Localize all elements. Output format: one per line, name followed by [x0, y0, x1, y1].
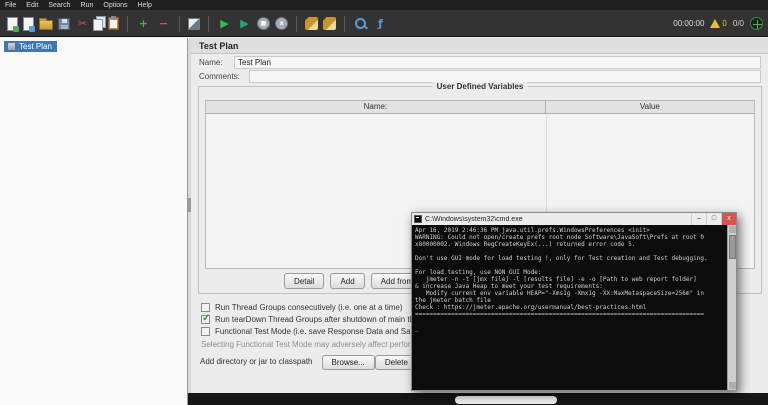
maximize-button[interactable]: □ [706, 213, 721, 225]
name-label: Name: [199, 56, 223, 69]
cmd-window-controls: –□x [691, 213, 736, 225]
menu-options[interactable]: Options [103, 2, 127, 9]
toolbar-icons: ✂ +− ▶ ▶ ■ x ƒ [0, 10, 768, 37]
console-line: WARNING: Could not open/create prefs roo… [415, 234, 727, 241]
udv-column-name[interactable]: Name: [206, 101, 546, 114]
console-line: Modify current env variable HEAP="-Xms1g… [415, 290, 727, 297]
toolbar: ✂ +− ▶ ▶ ■ x ƒ 00:00:00 0 0/0 [0, 10, 768, 37]
log-warning-indicator[interactable]: 0 [710, 19, 726, 28]
checkbox-box[interactable] [201, 315, 210, 324]
scrollbar-thumb[interactable] [729, 235, 736, 259]
classpath-label: Add directory or jar to classpath [200, 357, 313, 366]
copy-icon[interactable] [93, 19, 103, 31]
menu-search[interactable]: Search [48, 2, 70, 9]
function-helper-icon[interactable]: ƒ [373, 16, 388, 31]
warning-count: 0 [722, 19, 726, 28]
desktop-strip [188, 393, 768, 405]
collapse-icon[interactable]: − [156, 16, 171, 31]
name-input[interactable]: Test Plan [234, 56, 761, 69]
console-line: Check : https://jmeter.apache.org/userma… [415, 304, 727, 311]
thread-counter: 0/0 [733, 19, 744, 28]
checkbox-label: Run Thread Groups consecutively (i.e. on… [215, 303, 403, 312]
toggle-icon[interactable] [188, 18, 200, 30]
console-line: _ [415, 325, 727, 332]
console-line: Don't use GUI mode for load testing !, o… [415, 255, 727, 262]
classpath-browse-button[interactable]: Browse... [322, 355, 375, 370]
paste-icon[interactable] [108, 17, 119, 30]
save-icon[interactable] [58, 18, 70, 30]
console-line [415, 248, 727, 255]
tree-panel[interactable]: Test Plan [0, 38, 188, 405]
console-line: Apr 16, 2019 2:46:36 PM java.util.prefs.… [415, 227, 727, 234]
checkbox-label: Run tearDown Thread Groups after shutdow… [215, 315, 434, 324]
checkbox-box[interactable] [201, 327, 210, 336]
name-value: Test Plan [238, 58, 271, 67]
jmeter-app: FileEditSearchRunOptionsHelp ✂+−▶▶■xƒ 00… [0, 0, 768, 405]
cmd-title: C:\Windows\system32\cmd.exe [425, 216, 523, 223]
name-row: Name: Test Plan [191, 56, 768, 69]
console-line [415, 262, 727, 269]
menubar: File Edit Search Run Options Help [0, 0, 768, 10]
console-line: x80000002. Windows RegCreateKeyEx(...) r… [415, 241, 727, 248]
cmd-titlebar[interactable]: C:\Windows\system32\cmd.exe –□x [412, 213, 736, 225]
udv-detail-button[interactable]: Detail [284, 273, 324, 289]
toolbar-status: 00:00:00 0 0/0 [673, 10, 763, 37]
tree-node-test-plan[interactable]: Test Plan [4, 41, 57, 52]
toolbar-separator [127, 16, 128, 32]
toolbar-separator [179, 16, 180, 32]
cmd-window: C:\Windows\system32\cmd.exe –□x Apr 16, … [411, 212, 737, 391]
menu-help[interactable]: Help [138, 2, 152, 9]
menu-file[interactable]: File [5, 2, 16, 9]
console-line: jmeter -n -t [jmx file] -l [results file… [415, 276, 727, 283]
toolbar-separator [208, 16, 209, 32]
cmd-icon [414, 215, 422, 223]
close-button[interactable]: x [721, 213, 736, 225]
toolbar-separator [296, 16, 297, 32]
udv-column-value[interactable]: Value [546, 101, 754, 114]
new-file-icon[interactable] [7, 17, 18, 31]
clear-icon[interactable] [305, 17, 318, 30]
cmd-body: Apr 16, 2019 2:46:36 PM java.util.prefs.… [412, 225, 736, 390]
udv-title: User Defined Variables [433, 82, 528, 91]
udv-table-header: Name: Value [206, 101, 754, 114]
menu-run[interactable]: Run [81, 2, 94, 9]
taskbar-pill [455, 396, 557, 404]
functional-mode-note: Selecting Functional Test Mode may adver… [201, 340, 437, 349]
start-icon[interactable]: ▶ [217, 16, 232, 31]
tree-node-label: Test Plan [19, 42, 52, 51]
cut-icon[interactable]: ✂ [75, 16, 90, 31]
toolbar-separator [344, 16, 345, 32]
console-scrollbar[interactable] [727, 225, 736, 390]
minimize-button[interactable]: – [691, 213, 706, 225]
console-line: For load testing, use NON GUI Mode: [415, 269, 727, 276]
warning-icon [710, 19, 720, 28]
udv-add-button[interactable]: Add [330, 273, 364, 289]
elapsed-timer: 00:00:00 [673, 19, 704, 28]
search-icon[interactable] [353, 16, 368, 31]
console-line: the jmeter batch file [415, 297, 727, 304]
console-line: & increase Java Heap to meet your test r… [415, 283, 727, 290]
test-plan-icon [7, 42, 16, 51]
start-no-timers-icon[interactable]: ▶ [237, 16, 252, 31]
open-folder-icon[interactable] [39, 20, 53, 30]
shutdown-icon[interactable]: x [275, 17, 288, 30]
crosshair-icon [750, 17, 763, 30]
panel-title: Test Plan [191, 38, 768, 54]
menu-edit[interactable]: Edit [26, 2, 38, 9]
expand-icon[interactable]: + [136, 16, 151, 31]
clear-all-icon[interactable] [323, 17, 336, 30]
comments-label: Comments: [199, 70, 240, 83]
checkbox-box[interactable] [201, 303, 210, 312]
console-line [415, 318, 727, 325]
stop-icon[interactable]: ■ [257, 17, 270, 30]
template-icon[interactable] [23, 17, 34, 31]
console-line: ========================================… [415, 311, 727, 318]
console-output[interactable]: Apr 16, 2019 2:46:36 PM java.util.prefs.… [412, 225, 727, 390]
